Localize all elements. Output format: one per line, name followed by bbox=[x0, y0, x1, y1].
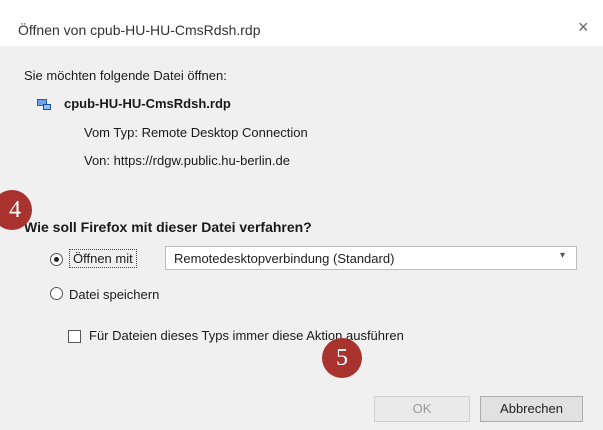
action-question: Wie soll Firefox mit dieser Datei verfah… bbox=[24, 219, 312, 235]
application-select[interactable]: Remotedesktopverbindung (Standard) ▾ bbox=[165, 246, 577, 270]
step-marker-5: 5 bbox=[322, 338, 362, 378]
close-icon[interactable]: × bbox=[578, 18, 589, 36]
chevron-down-icon[interactable]: ▾ bbox=[560, 250, 565, 261]
ok-button[interactable]: OK bbox=[374, 396, 470, 422]
file-source: Von: https://rdgw.public.hu-berlin.de bbox=[84, 153, 290, 168]
open-with-radio[interactable] bbox=[50, 253, 63, 266]
open-with-label[interactable]: Öffnen mit bbox=[69, 249, 137, 268]
cancel-button[interactable]: Abbrechen bbox=[480, 396, 583, 422]
dialog-title: Öffnen von cpub-HU-HU-CmsRdsh.rdp bbox=[18, 22, 261, 38]
rdp-file-icon bbox=[36, 96, 52, 112]
always-do-checkbox[interactable] bbox=[68, 330, 81, 343]
always-do-label[interactable]: Für Dateien dieses Typs immer diese Akti… bbox=[89, 328, 404, 343]
dialog-body: Sie möchten folgende Datei öffnen: cpub-… bbox=[0, 46, 603, 430]
dialog-titlebar: Öffnen von cpub-HU-HU-CmsRdsh.rdp × bbox=[0, 0, 603, 46]
intro-text: Sie möchten folgende Datei öffnen: bbox=[24, 68, 227, 83]
save-file-label[interactable]: Datei speichern bbox=[69, 287, 159, 302]
application-select-value: Remotedesktopverbindung (Standard) bbox=[174, 251, 395, 266]
save-file-radio[interactable] bbox=[50, 287, 63, 300]
file-name: cpub-HU-HU-CmsRdsh.rdp bbox=[64, 96, 231, 111]
file-type: Vom Typ: Remote Desktop Connection bbox=[84, 125, 308, 140]
